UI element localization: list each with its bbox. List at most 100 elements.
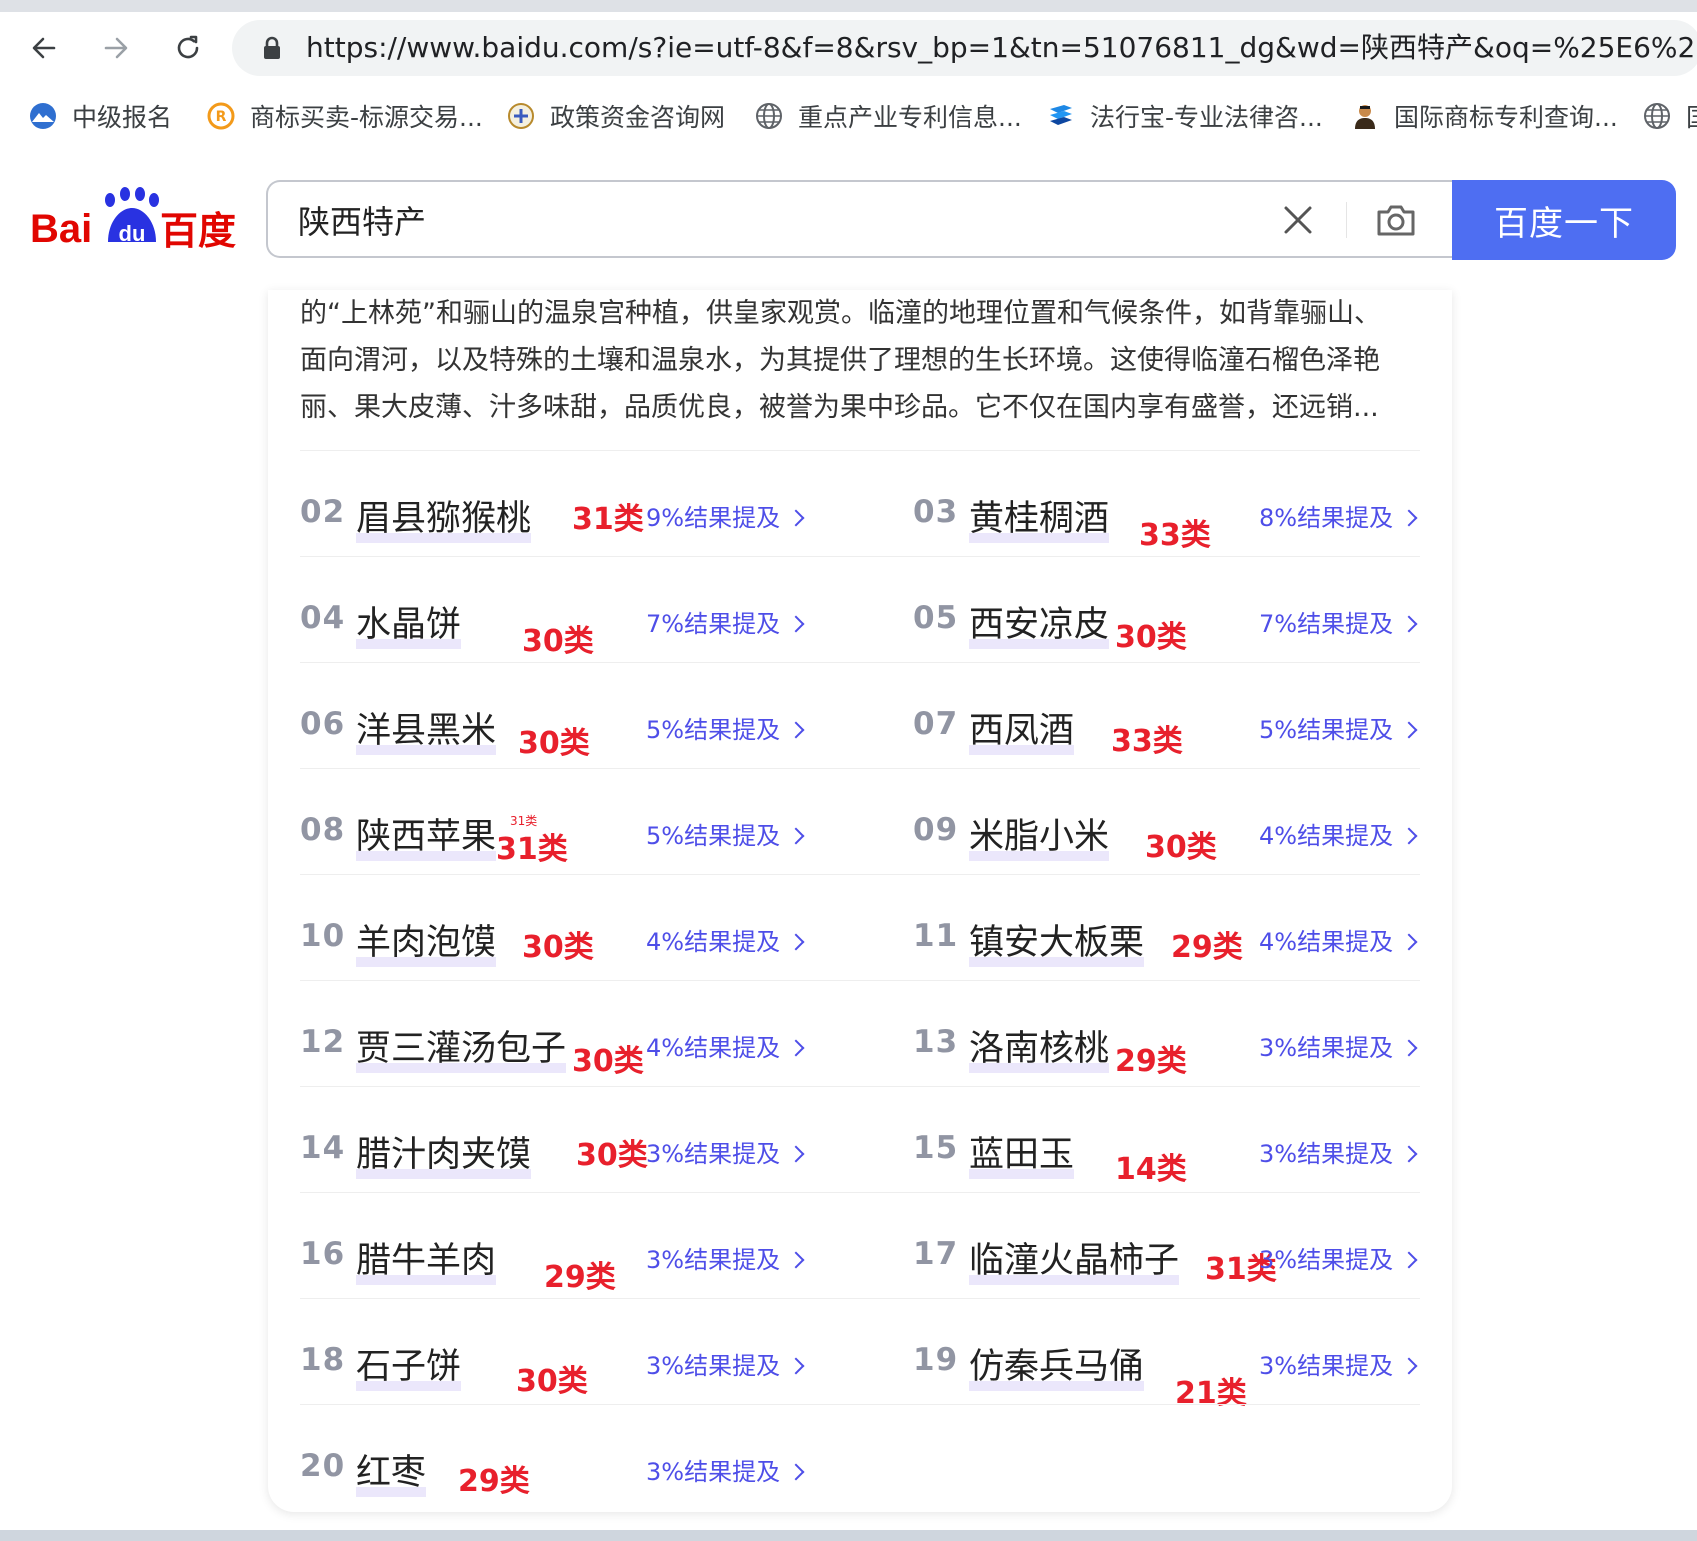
bookmark-item[interactable]: 中级报名 [28, 98, 172, 134]
list-item[interactable]: 12 贾三灌汤包子 30类 4%结果提及 [300, 994, 805, 1100]
list-item[interactable]: 05 西安凉皮 30类 7%结果提及 [913, 570, 1418, 676]
list-item[interactable]: 04 水晶饼 30类 7%结果提及 [300, 570, 805, 676]
mention-link[interactable]: 4%结果提及 [646, 1028, 805, 1063]
list-item[interactable]: 08 陕西苹果 31类 31类 5%结果提及 [300, 782, 805, 888]
mention-link[interactable]: 9%结果提及 [646, 498, 805, 533]
list-item[interactable]: 19 仿秦兵马俑 21类 3%结果提及 [913, 1312, 1418, 1418]
item-name[interactable]: 羊肉泡馍 [356, 914, 497, 967]
mention-link[interactable]: 3%结果提及 [646, 1346, 805, 1381]
item-number: 18 [300, 1342, 346, 1378]
address-bar[interactable]: https://www.baidu.com/s?ie=utf-8&f=8&rsv… [232, 20, 1697, 76]
mention-link[interactable]: 5%结果提及 [646, 816, 805, 851]
list-item[interactable]: 18 石子饼 30类 3%结果提及 [300, 1312, 805, 1418]
item-number: 20 [300, 1448, 346, 1484]
item-number: 15 [913, 1130, 959, 1166]
item-name[interactable]: 镇安大板栗 [969, 914, 1145, 967]
mention-link[interactable]: 3%结果提及 [1259, 1134, 1418, 1169]
search-button[interactable]: 百度一下 [1452, 180, 1676, 260]
bookmarks-bar: 中级报名 R 商标买卖-标源交易... 政策资金咨询网 重点产业专利信息... … [0, 84, 1697, 149]
list-item[interactable]: 07 西凤酒 33类 5%结果提及 [913, 676, 1418, 782]
item-name[interactable]: 眉县猕猴桃 [356, 490, 532, 543]
mention-link[interactable]: 7%结果提及 [646, 604, 805, 639]
mention-link[interactable]: 5%结果提及 [646, 710, 805, 745]
logo-bai-text: Bai [30, 207, 92, 251]
chevron-right-icon [787, 509, 805, 527]
clear-icon[interactable] [1278, 200, 1318, 240]
list-item[interactable]: 15 蓝田玉 14类 3%结果提及 [913, 1100, 1418, 1206]
bookmark-label: 法行宝-专业法律咨... [1090, 103, 1323, 132]
mention-link[interactable]: 4%结果提及 [646, 922, 805, 957]
list-item[interactable]: 17 临潼火晶柿子 31类 3%结果提及 [913, 1206, 1418, 1312]
lock-icon[interactable] [258, 34, 286, 62]
list-item[interactable]: 10 羊肉泡馍 30类 4%结果提及 [300, 888, 805, 994]
mention-link[interactable]: 3%结果提及 [1259, 1346, 1418, 1381]
bookmark-item[interactable]: 国际商标专利查询... [1350, 98, 1618, 134]
forward-button[interactable] [94, 26, 138, 70]
item-name[interactable]: 黄桂稠酒 [969, 490, 1110, 543]
svg-text:R: R [216, 109, 227, 125]
mention-link[interactable]: 3%结果提及 [1259, 1028, 1418, 1063]
list-item[interactable]: 06 洋县黑米 30类 5%结果提及 [300, 676, 805, 782]
bookmark-item[interactable]: 国 [1642, 98, 1697, 134]
chevron-right-icon [1400, 615, 1418, 633]
item-name[interactable]: 米脂小米 [969, 808, 1110, 861]
chevron-right-icon [1400, 1251, 1418, 1269]
mention-label: 3%结果提及 [646, 1352, 781, 1380]
mention-link[interactable]: 3%结果提及 [1259, 1240, 1418, 1275]
list-item[interactable]: 03 黄桂稠酒 33类 8%结果提及 [913, 464, 1418, 570]
mention-link[interactable]: 5%结果提及 [1259, 710, 1418, 745]
item-name[interactable]: 水晶饼 [356, 596, 462, 649]
item-name[interactable]: 红枣 [356, 1444, 427, 1497]
list-item[interactable]: 09 米脂小米 30类 4%结果提及 [913, 782, 1418, 888]
camera-icon[interactable] [1374, 198, 1418, 242]
bookmark-item[interactable]: 重点产业专利信息... [754, 98, 1022, 134]
list-item[interactable]: 13 洛南核桃 29类 3%结果提及 [913, 994, 1418, 1100]
class-annotation: 30类 [518, 726, 590, 761]
item-name[interactable]: 蓝田玉 [969, 1126, 1075, 1179]
list-item[interactable]: 20 红枣 29类 3%结果提及 [300, 1418, 805, 1524]
mention-link[interactable]: 4%结果提及 [1259, 816, 1418, 851]
item-number: 12 [300, 1024, 346, 1060]
back-arrow-icon [32, 37, 56, 59]
search-input[interactable] [296, 192, 1200, 248]
item-name[interactable]: 洛南核桃 [969, 1020, 1110, 1073]
baidu-logo[interactable]: Bai du 百度 [30, 186, 240, 256]
mention-link[interactable]: 4%结果提及 [1259, 922, 1418, 957]
item-number: 16 [300, 1236, 346, 1272]
item-name[interactable]: 贾三灌汤包子 [356, 1020, 567, 1073]
item-name[interactable]: 仿秦兵马俑 [969, 1338, 1145, 1391]
bookmark-item[interactable]: 政策资金咨询网 [506, 98, 725, 134]
class-annotation: 29类 [1171, 930, 1243, 965]
back-button[interactable] [22, 26, 66, 70]
list-item[interactable]: 11 镇安大板栗 29类 4%结果提及 [913, 888, 1418, 994]
item-name[interactable]: 石子饼 [356, 1338, 462, 1391]
mention-link[interactable]: 3%结果提及 [646, 1134, 805, 1169]
chevron-right-icon [787, 1145, 805, 1163]
mention-link[interactable]: 3%结果提及 [646, 1452, 805, 1487]
mention-link[interactable]: 8%结果提及 [1259, 498, 1418, 533]
url-text[interactable]: https://www.baidu.com/s?ie=utf-8&f=8&rsv… [306, 29, 1697, 67]
mention-link[interactable]: 7%结果提及 [1259, 604, 1418, 639]
item-name[interactable]: 西安凉皮 [969, 596, 1110, 649]
list-item[interactable]: 14 腊汁肉夹馍 30类 3%结果提及 [300, 1100, 805, 1206]
item-name[interactable]: 陕西苹果 [356, 808, 497, 861]
item-number: 08 [300, 812, 346, 848]
list-item[interactable]: 02 眉县猕猴桃 31类 9%结果提及 [300, 464, 805, 570]
item-number: 02 [300, 494, 346, 530]
bookmark-item[interactable]: 法行宝-专业法律咨... [1046, 98, 1323, 134]
chevron-right-icon [787, 827, 805, 845]
mention-link[interactable]: 3%结果提及 [646, 1240, 805, 1275]
mention-label: 3%结果提及 [1259, 1352, 1394, 1380]
item-name[interactable]: 腊牛羊肉 [356, 1232, 497, 1285]
mention-label: 5%结果提及 [646, 822, 781, 850]
class-annotation: 30类 [516, 1364, 588, 1399]
item-name[interactable]: 西凤酒 [969, 702, 1075, 755]
item-name[interactable]: 临潼火晶柿子 [969, 1232, 1180, 1285]
reload-button[interactable] [166, 26, 210, 70]
item-name[interactable]: 腊汁肉夹馍 [356, 1126, 532, 1179]
class-annotation: 30类 [1145, 830, 1217, 865]
mention-label: 3%结果提及 [1259, 1034, 1394, 1062]
bookmark-item[interactable]: R 商标买卖-标源交易... [206, 98, 483, 134]
item-name[interactable]: 洋县黑米 [356, 702, 497, 755]
list-item[interactable]: 16 腊牛羊肉 29类 3%结果提及 [300, 1206, 805, 1312]
